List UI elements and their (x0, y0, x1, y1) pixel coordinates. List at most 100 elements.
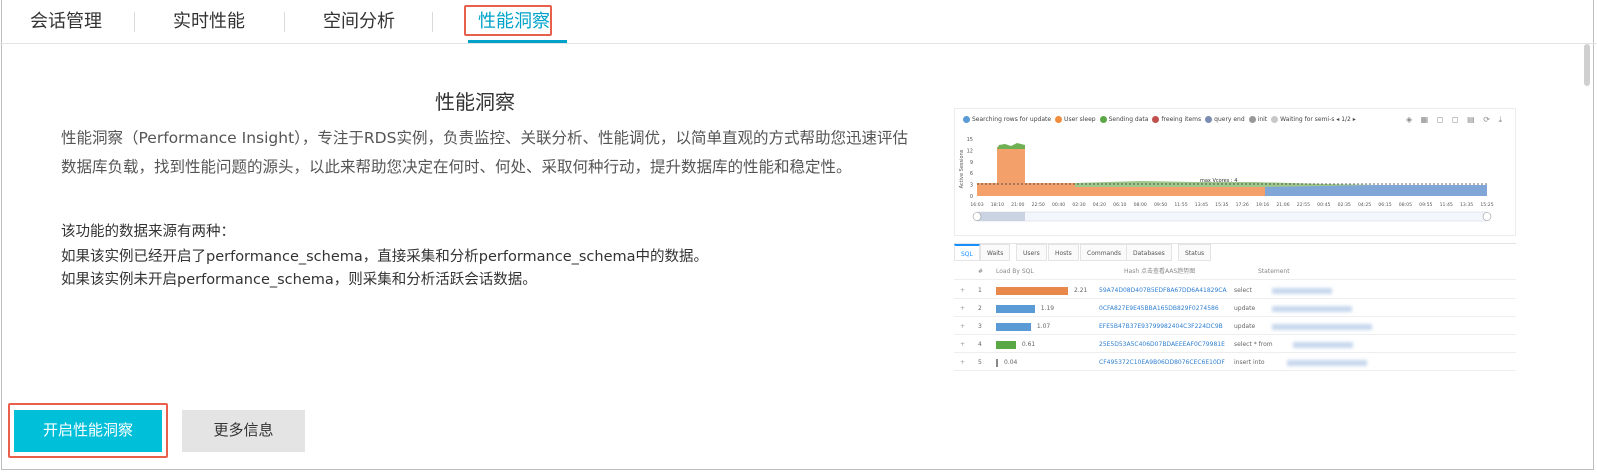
row-index: 2 (978, 305, 982, 312)
table-tab-hosts[interactable]: Hosts (1048, 244, 1079, 261)
preview-chart: Searching rows for update User sleep Sendi… (954, 108, 1516, 236)
expand-plus-icon[interactable]: + (960, 336, 965, 353)
zoom-slider-track (976, 211, 1488, 222)
load-value: 1.07 (1036, 323, 1051, 330)
zoom-slider-window (977, 212, 1025, 221)
page-title: 性能洞察 (435, 90, 515, 114)
x-tick-label: 04:20 (1093, 202, 1106, 208)
tab-bar: 会话管理 实时性能 空间分析 性能洞察 (0, 0, 1597, 44)
table-row[interactable]: +2 1.19 0CFA827E9E45BBA165DB829F0274586 upd… (954, 300, 1516, 317)
sql-hash-link[interactable]: 25E5D53A5C406D07BDAEEEAF0C79981E (1099, 336, 1225, 353)
preview-sql-table: SQL Waits Users Hosts Commands Databases Statu… (954, 243, 1516, 374)
sql-hash-link[interactable]: EFE5B47B37E93799982404C3F224DC9B (1099, 318, 1223, 335)
table-tab-users[interactable]: Users (1016, 244, 1047, 261)
col-header-statement: Statement (1258, 268, 1290, 275)
y-tick-label: 3 (970, 183, 973, 189)
x-tick-label: 21:06 (1276, 202, 1289, 208)
more-info-button[interactable]: 更多信息 (182, 410, 305, 452)
x-tick-label: 15:35 (1215, 202, 1228, 208)
col-header-load: Load By SQL (996, 268, 1034, 275)
y-axis-label: Active Sessions (959, 149, 965, 188)
scrollbar-thumb[interactable] (1584, 44, 1590, 86)
redacted-text (1272, 324, 1372, 330)
tab-session-management[interactable]: 会话管理 (26, 9, 106, 35)
table-tab-status[interactable]: Status (1178, 244, 1212, 261)
row-index: 4 (978, 341, 982, 348)
load-bar (996, 305, 1035, 313)
x-tick-label: 04:25 (1358, 202, 1371, 208)
sql-statement: select (1234, 287, 1252, 294)
row-index: 5 (978, 359, 982, 366)
table-row[interactable]: +3 1.07 EFE5B47B37E93799982404C3F224DC9B up… (954, 318, 1516, 335)
x-tick-label: 00:45 (1317, 202, 1330, 208)
load-bar (996, 323, 1031, 331)
active-tab-indicator (468, 40, 567, 43)
redacted-text (1272, 306, 1352, 312)
x-tick-label: 11:55 (1174, 202, 1187, 208)
x-tick-label: 13:45 (1195, 202, 1208, 208)
table-tab-sql[interactable]: SQL (954, 244, 980, 261)
load-value: 0.61 (1021, 341, 1036, 348)
x-tick-label: 08:05 (1399, 202, 1412, 208)
source-item-1: 如果该实例已经开启了performance_schema，直接采集和分析perf… (61, 249, 709, 265)
preview-image: Searching rows for update User sleep Sendi… (954, 108, 1516, 374)
zoom-slider-handle-right (1482, 212, 1492, 221)
tab-space-analysis[interactable]: 空间分析 (322, 9, 396, 35)
y-tick-label: 15 (967, 137, 973, 143)
series-area-searching-rows (1265, 185, 1487, 196)
col-header-num: # (978, 268, 984, 275)
x-tick-label: 18:10 (991, 202, 1004, 208)
x-tick-label: 06:10 (1113, 202, 1126, 208)
table-row[interactable]: +5 0.04 CF495372C10EA9B06DD8076CEC6E10DF in… (954, 354, 1516, 371)
load-value: 2.21 (1074, 287, 1088, 294)
x-tick-label: 22:50 (1032, 202, 1045, 208)
table-row[interactable]: +4 0.61 25E5D53A5C406D07BDAEEEAF0C79981E se… (954, 336, 1516, 353)
zoom-slider-handle-left (972, 212, 982, 221)
x-tick-label: 19:16 (1256, 202, 1269, 208)
x-tick-label: 00:40 (1052, 202, 1065, 208)
max-vcores-label: max Vcores : 4 (1200, 178, 1237, 184)
redacted-text (1272, 288, 1332, 294)
expand-plus-icon[interactable]: + (960, 282, 965, 299)
table-tab-commands[interactable]: Commands (1080, 244, 1128, 261)
y-tick-label: 9 (970, 160, 973, 166)
y-tick-label: 0 (970, 194, 973, 200)
load-bar (996, 341, 1016, 349)
sql-hash-link[interactable]: 59A74D08D407B5EDF8A67DD6A41829CA (1099, 282, 1227, 299)
redacted-text (1293, 342, 1353, 348)
chart-canvas: Active Sessions15 12 9 6 3 0 max Vcores : 4 16:… (959, 137, 1494, 222)
row-index: 3 (978, 323, 982, 330)
sources-title: 该功能的数据来源有两种： (61, 224, 235, 240)
x-tick-label: 09:55 (1419, 202, 1432, 208)
row-index: 1 (978, 287, 982, 294)
x-tick-label: 17:26 (1236, 202, 1249, 208)
table-tab-waits[interactable]: Waits (980, 244, 1011, 261)
table-tab-databases[interactable]: Databases (1126, 244, 1172, 261)
description-text: 性能洞察（Performance Insight），专注于RDS实例，负责监控、… (61, 129, 908, 176)
sql-statement: insert into (1234, 359, 1265, 366)
x-tick-label: 16:03 (970, 202, 983, 208)
tab-realtime-performance[interactable]: 实时性能 (172, 9, 246, 35)
expand-plus-icon[interactable]: + (960, 354, 965, 371)
table-row[interactable]: +1 2.21 59A74D08D407B5EDF8A67DD6A41829CA se… (954, 282, 1516, 299)
x-tick-label: 09:50 (1154, 202, 1167, 208)
table-header: # Load By SQL Hash 点击查看AAS趋势图 Statement (954, 263, 1516, 280)
expand-plus-icon[interactable]: + (960, 300, 965, 317)
series-area-user-sleep-spike (997, 145, 1025, 196)
x-tick-label: 15:25 (1480, 202, 1493, 208)
load-bar (996, 359, 998, 367)
sql-hash-link[interactable]: 0CFA827E9E45BBA165DB829F0274586 (1099, 300, 1219, 317)
tab-divider (134, 12, 135, 32)
source-item-2: 如果该实例未开启performance_schema，则采集和分析活跃会话数据。 (61, 272, 537, 288)
x-tick-label: 22:55 (1297, 202, 1310, 208)
tab-divider (284, 12, 285, 32)
sql-statement: update (1234, 323, 1256, 330)
x-tick-label: 08:00 (1134, 202, 1147, 208)
expand-plus-icon[interactable]: + (960, 318, 965, 335)
y-tick-label: 12 (967, 148, 973, 154)
x-tick-label: 11:45 (1440, 202, 1453, 208)
x-tick-label: 13:35 (1460, 202, 1473, 208)
sql-hash-link[interactable]: CF495372C10EA9B06DD8076CEC6E10DF (1099, 354, 1225, 371)
highlight-box-button (8, 403, 168, 458)
x-tick-label: 21:00 (1011, 202, 1024, 208)
